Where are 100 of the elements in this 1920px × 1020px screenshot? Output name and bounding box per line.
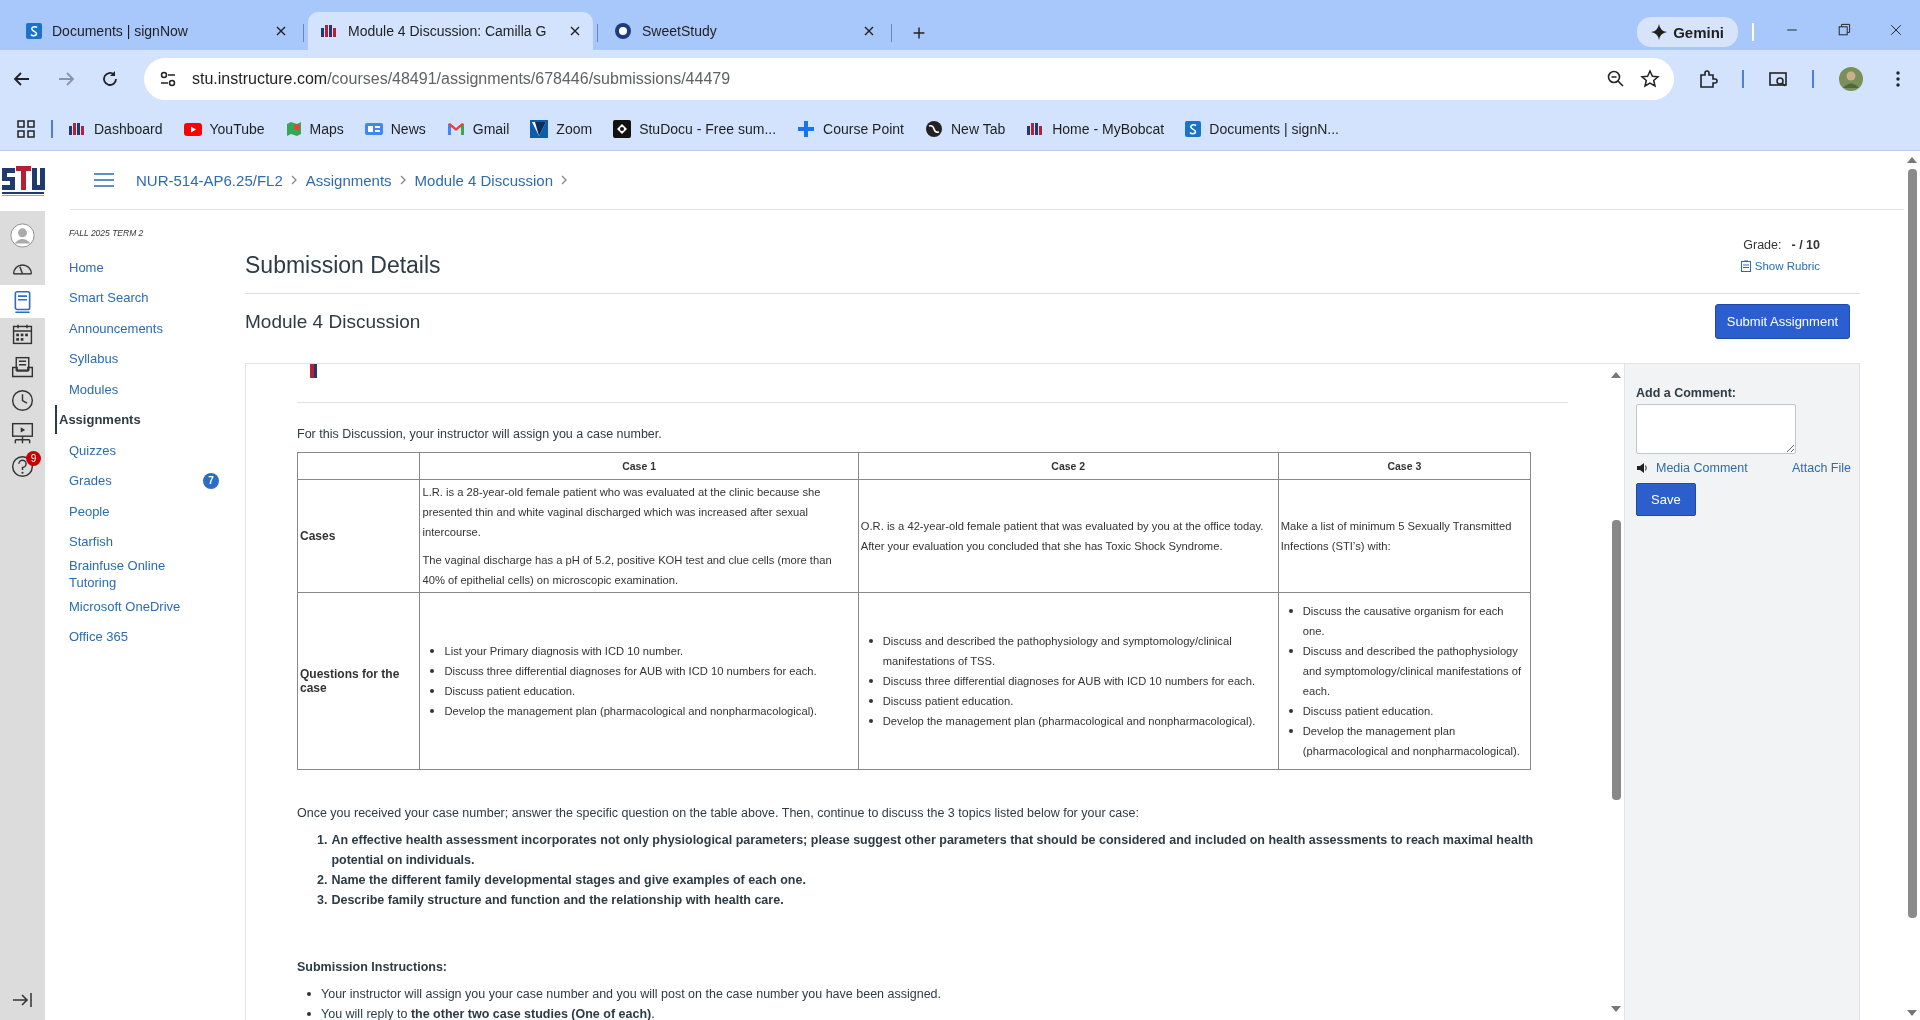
bookmark[interactable]: Course Point [797,120,904,138]
collapse-icon[interactable] [11,992,34,1008]
bullet-icon [868,719,873,723]
course-nav-link[interactable]: Quizzes [55,441,116,459]
breadcrumb-link[interactable]: Assignments [305,171,392,189]
close-icon[interactable] [275,25,287,37]
restore-icon[interactable] [1836,22,1852,38]
bullet-icon [1288,649,1293,653]
course-nav-link[interactable]: Syllabus [55,350,119,368]
arrow-down-icon[interactable] [1906,1008,1918,1018]
address-bar[interactable]: stu.instructure.com/courses/48491/assignments/678446/submissions/44479 [144,58,1674,100]
course-nav-link[interactable]: Microsoft OneDrive [55,597,181,615]
circle-logo-icon [614,22,632,40]
list-item-text: Discuss patient education. [882,694,1014,709]
comment-field[interactable] [1636,404,1796,454]
media-comment-link[interactable]: Media Comment [1656,461,1748,475]
scrollbar-thumb[interactable] [1907,169,1917,918]
clock-icon [10,388,35,413]
bookmark[interactable]: YouTube [183,121,265,137]
bullet-icon [430,709,435,713]
course-nav-link[interactable]: Office 365 [55,628,129,646]
gemini-button[interactable]: Gemini [1637,17,1738,47]
bookmark[interactable]: Zoom [530,120,593,138]
url-text: stu.instructure.com/courses/48491/assignments/678446/submissions/44479 [192,70,732,88]
plus-icon [797,120,816,138]
site-settings-icon[interactable] [158,69,178,89]
cell-text: The vaginal discharge has a pH of 5.2, positive KOH test and clue cells (more than 40% of epithelial cells) on microscopic examination. [422,553,833,588]
document-icon [26,23,42,39]
course-nav-link[interactable]: Modules [55,380,119,398]
close-icon[interactable] [1888,22,1904,38]
bookmark[interactable]: News [364,121,426,137]
list-item-text: An effective health assessment incorporates not only physiological parameters; please suggest other parameters that should be considered and included on health assessments to reach maximal health potential on individuals. [331,832,1535,869]
row-header: Questions for the case [297,592,420,770]
bullet-icon [868,679,873,683]
globe-icon [925,120,943,138]
browser-tab[interactable]: Module 4 Discussion: Camilla G [308,12,593,50]
arrow-up-icon[interactable] [1610,370,1622,380]
course-nav-link[interactable]: Assignments [55,405,141,435]
grade-label: Grade: [1743,238,1782,252]
bullet-icon [1288,609,1293,613]
submit-assignment-button[interactable]: Submit Assignment [1714,304,1850,339]
bookmark[interactable]: Documents | signN... [1185,121,1339,137]
course-nav-link[interactable]: Starfish [55,533,114,551]
breadcrumb-link[interactable]: Module 4 Discussion [414,171,553,189]
comment-label: Add a Comment: [1636,386,1737,400]
global-nav-item[interactable] [0,285,45,318]
star-icon[interactable] [1640,69,1660,89]
list-item-text: Develop the management plan (pharmacological and nonpharmacological). [882,714,1256,729]
building-icon [1026,122,1045,136]
list-item-text: Develop the management plan (pharmacological and nonpharmacological). [444,704,817,719]
course-nav-link[interactable]: Announcements [55,319,163,337]
zoom-icon[interactable] [1606,69,1626,89]
save-button[interactable]: Save [1636,483,1696,516]
close-icon[interactable] [569,25,581,37]
breadcrumb-link[interactable]: NUR-514-AP6.25/FL2 [136,171,283,189]
global-nav-item[interactable]: 9 [0,450,45,483]
browser-tab[interactable]: SweetStudy [602,12,887,50]
list-item-text: Discuss and described the pathophysiology and symptomology/clinical manifestations of TSS. [882,634,1233,669]
monitor-icon [10,421,35,446]
course-nav-link[interactable]: Grades [55,472,112,490]
bullet-icon [868,699,873,703]
bookmark[interactable]: Home - MyBobcat [1026,121,1165,137]
envelope-icon [446,122,465,136]
list-item-text: Discuss the causative organism for each one. [1302,604,1505,639]
course-nav-link[interactable]: Smart Search [55,289,149,307]
bookmark[interactable]: StuDocu - Free sum... [613,120,777,138]
list-item-text: Discuss three differential diagnoses for AUB with ICD 10 numbers for each. [444,664,817,679]
browser-tab[interactable]: Documents | signNow [14,12,299,50]
attach-file-link[interactable]: Attach File [1791,461,1851,475]
close-icon[interactable] [863,25,875,37]
column-header: Case 1 [419,452,859,480]
map-pin-icon [285,121,302,137]
column-header: Case 3 [1278,452,1531,480]
bookmark[interactable]: Maps [285,121,344,137]
studocu-logo-icon [613,120,632,138]
course-nav-link[interactable]: People [55,502,110,520]
list-item-text: Describe family structure and function and the relationship with health care. [331,892,784,909]
list-item-text: Your instructor will assign you your case number and you will post on the case number you have been assigned. [321,986,942,1003]
bookmark[interactable]: Dashboard [68,121,163,137]
help-icon [10,454,35,479]
apps-icon[interactable] [16,119,36,139]
university-logo [0,164,45,198]
scrollbar-thumb[interactable] [1611,520,1621,800]
arrow-up-icon[interactable] [1906,155,1918,165]
bookmark[interactable]: New Tab [925,120,1006,138]
avatar-icon[interactable] [1838,66,1864,92]
menu-icon[interactable] [94,172,114,188]
course-nav-link[interactable]: Home [55,258,104,276]
bullet-icon [430,689,435,693]
arrow-down-icon[interactable] [1610,1004,1622,1014]
reload-icon[interactable] [100,69,120,89]
cell-text: O.R. is a 42-year-old female patient that was evaluated by you at the office today. After your evaluation you concluded that she has Toxic Shock Syndrome. [860,519,1265,554]
tab-search-icon[interactable] [1768,69,1788,89]
show-rubric-link[interactable]: Show Rubric [1740,260,1820,272]
bullet-icon [307,992,311,996]
course-nav-link[interactable]: Brainfuse Online Tutoring [55,557,194,591]
bookmark[interactable]: Gmail [446,121,510,137]
chevron-icon [561,175,568,185]
puzzle-icon[interactable] [1698,69,1718,89]
bullet-icon [430,669,435,673]
